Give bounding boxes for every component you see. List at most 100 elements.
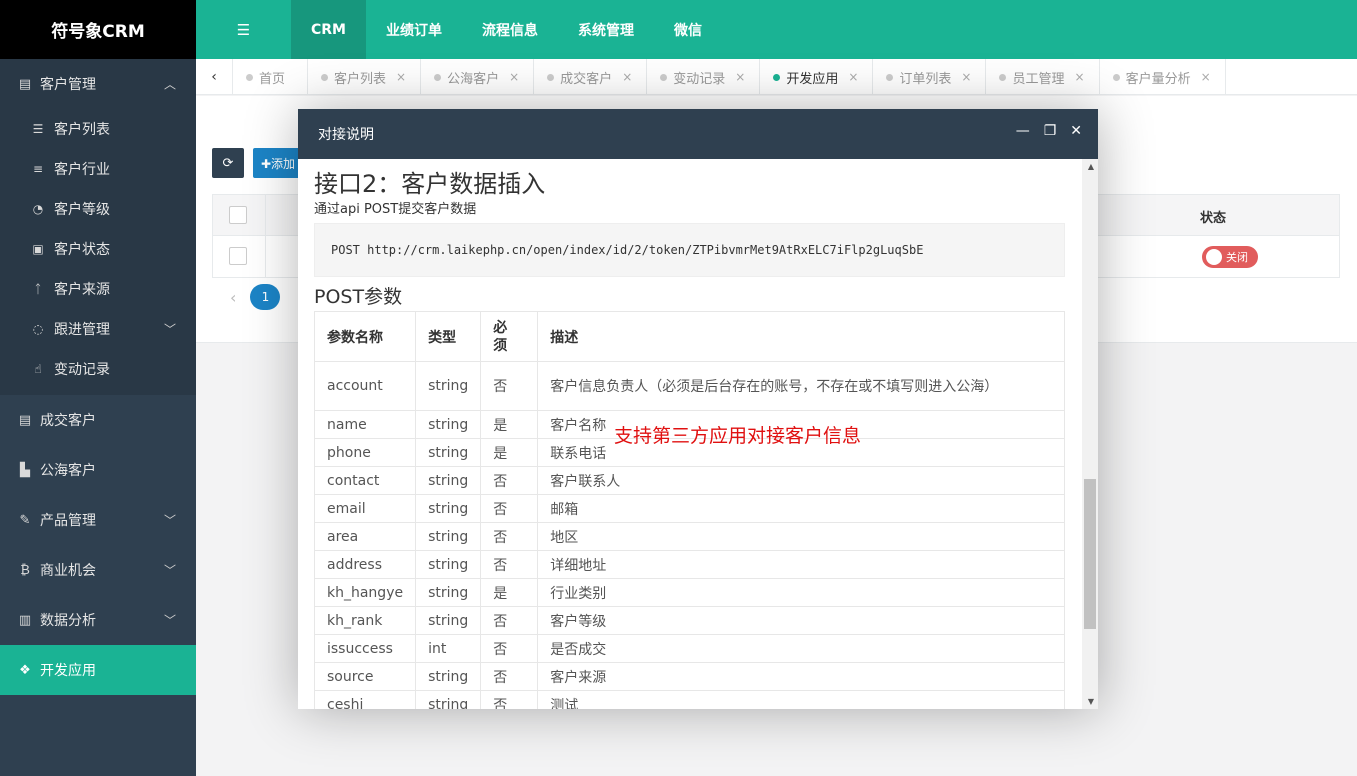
tab-dot-icon [886, 73, 894, 81]
sidebar-item-change-log[interactable]: ☝ 变动记录 [0, 349, 196, 389]
row-checkbox[interactable] [229, 247, 247, 265]
close-icon[interactable]: ✕ [1070, 123, 1082, 139]
param-name: source [313, 662, 417, 691]
param-required: 否 [480, 606, 539, 635]
param-type: string [415, 662, 482, 691]
status-column-header: 状态 [1200, 211, 1227, 226]
nav-wechat[interactable]: 微信 [654, 0, 722, 59]
param-name: area [313, 522, 417, 551]
sidebar-item-public-pool[interactable]: ▙ 公海客户 [0, 445, 196, 495]
table-row: source string 否 客户来源 [313, 662, 1065, 691]
param-desc: 是否成交 [537, 634, 1065, 663]
close-icon[interactable]: × [622, 70, 632, 84]
integration-modal: 对接说明 — ❐ ✕ 接口2：客户数据插入 通过api POST提交客户数据 P… [298, 109, 1098, 709]
scroll-up-icon[interactable]: ▲ [1088, 162, 1094, 171]
modal-title-bar: 对接说明 — ❐ ✕ [298, 109, 1098, 159]
param-type: string [415, 550, 482, 579]
sidebar-item-label: 客户等级 [54, 202, 110, 218]
tab-order-list[interactable]: 订单列表 × [873, 59, 987, 95]
sidebar-item-closed-customers[interactable]: ▤ 成交客户 [0, 395, 196, 445]
sidebar-item-customer-list[interactable]: ☰ 客户列表 [0, 109, 196, 149]
params-table: 参数名称 类型 必须 描述 account string 否 客户信息负责人（必… [313, 311, 1065, 709]
sidebar-item-dev-apps[interactable]: ❖ 开发应用 [0, 645, 196, 695]
tab-customer-list[interactable]: 客户列表 × [308, 59, 422, 95]
tab-change-log[interactable]: 变动记录 × [647, 59, 761, 95]
table-row: kh_rank string 否 客户等级 [313, 606, 1065, 635]
sidebar-item-customer-level[interactable]: ◔ 客户等级 [0, 189, 196, 229]
api-endpoint-code: POST http://crm.laikephp.cn/open/index/i… [314, 223, 1065, 277]
refresh-button[interactable]: ⟳ [212, 148, 244, 178]
params-title: POST参数 [314, 286, 403, 308]
page-button[interactable]: 1 [250, 284, 281, 310]
tab-public-pool[interactable]: 公海客户 × [421, 59, 535, 95]
sidebar-item-follow-up[interactable]: ◌ 跟进管理 ﹀ [0, 309, 196, 349]
tab-home[interactable]: 首页 [233, 59, 309, 95]
sidebar-item-customer-management[interactable]: ▤ 客户管理 ︿ [0, 59, 196, 109]
tab-staff[interactable]: 员工管理 × [986, 59, 1100, 95]
sidebar-item-label: 客户状态 [54, 242, 110, 258]
close-icon[interactable]: × [1075, 70, 1085, 84]
nav-process[interactable]: 流程信息 [462, 0, 558, 59]
close-icon[interactable]: × [735, 70, 745, 84]
sidebar-item-customer-status[interactable]: ▣ 客户状态 [0, 229, 196, 269]
tab-dot-icon [660, 73, 668, 81]
sidebar-item-customer-source[interactable]: ᛏ 客户来源 [0, 269, 196, 309]
tab-label: 订单列表 [899, 71, 952, 87]
toggle-knob [1206, 249, 1222, 265]
id-card-icon: ▤ [18, 76, 32, 92]
minimize-icon[interactable]: — [1016, 123, 1030, 139]
sidebar-item-customer-industry[interactable]: ≡ 客户行业 [0, 149, 196, 189]
scrollbar-thumb[interactable] [1084, 479, 1096, 629]
sidebar-item-label: 产品管理 [40, 513, 96, 529]
tab-closed-customers[interactable]: 成交客户 × [534, 59, 648, 95]
maximize-icon[interactable]: ❐ [1044, 123, 1057, 139]
required-header-label: 必须 [493, 319, 508, 354]
sidebar: 符号象CRM ▤ 客户管理 ︿ ☰ 客户列表 ≡ 客户行业 ◔ 客户等级 ▣ 客… [0, 0, 196, 776]
modal-scrollbar[interactable]: ▲ ▼ [1082, 159, 1098, 709]
param-required: 是 [480, 578, 539, 607]
sidebar-item-label: 客户管理 [40, 77, 96, 93]
close-icon[interactable]: × [396, 70, 406, 84]
chevron-left-icon[interactable]: ‹ [230, 288, 236, 307]
sidebar-item-opportunities[interactable]: ₿ 商业机会 ﹀ [0, 545, 196, 595]
hand-pointer-icon: ☝ [34, 362, 42, 376]
top-nav: ☰ CRM 业绩订单 流程信息 系统管理 微信 [196, 0, 1357, 59]
menu-toggle-button[interactable]: ☰ [196, 0, 291, 59]
select-all-checkbox[interactable] [229, 206, 247, 224]
table-row: ceshi string 否 测试 [313, 690, 1065, 709]
bar-chart-icon: ▥ [18, 612, 32, 628]
chevron-down-icon: ﹀ [163, 513, 176, 528]
param-type: string [415, 606, 482, 635]
param-type: string [415, 361, 482, 411]
nav-orders[interactable]: 业绩订单 [366, 0, 462, 59]
tab-dot-icon [547, 73, 555, 81]
sidebar-item-label: 变动记录 [54, 362, 110, 378]
column-header: 描述 [537, 311, 1065, 362]
sidebar-item-products[interactable]: ✎ 产品管理 ﹀ [0, 495, 196, 545]
nav-system[interactable]: 系统管理 [558, 0, 654, 59]
table-row: account string 否 客户信息负责人（必须是后台存在的账号，不存在或… [313, 361, 1065, 411]
sidebar-item-analytics[interactable]: ▥ 数据分析 ﹀ [0, 595, 196, 645]
tab-customer-analysis[interactable]: 客户量分析 × [1100, 59, 1226, 95]
tab-dev-apps[interactable]: 开发应用 × [760, 59, 874, 95]
close-icon[interactable]: × [961, 70, 971, 84]
refresh-icon: ⟳ [222, 155, 234, 171]
sidebar-item-label: 商业机会 [40, 563, 96, 579]
close-icon[interactable]: × [1201, 70, 1211, 84]
scroll-down-icon[interactable]: ▼ [1088, 697, 1094, 706]
tab-label: 开发应用 [786, 71, 839, 87]
param-name: kh_rank [313, 606, 417, 635]
param-desc: 详细地址 [537, 550, 1065, 579]
param-name: ceshi [313, 690, 417, 709]
status-toggle[interactable]: 关闭 [1202, 246, 1258, 268]
close-icon[interactable]: × [848, 70, 858, 84]
chevron-up-icon: ︿ [163, 77, 176, 92]
param-required: 否 [480, 522, 539, 551]
table-row: address string 否 详细地址 [313, 550, 1065, 579]
tab-dot-icon [321, 73, 329, 81]
param-desc: 测试 [537, 690, 1065, 709]
close-icon[interactable]: × [509, 70, 519, 84]
nav-crm[interactable]: CRM [291, 0, 366, 59]
tab-scroll-left-button[interactable]: ‹ [196, 59, 233, 94]
table-header-row: 参数名称 类型 必须 描述 [313, 311, 1065, 362]
